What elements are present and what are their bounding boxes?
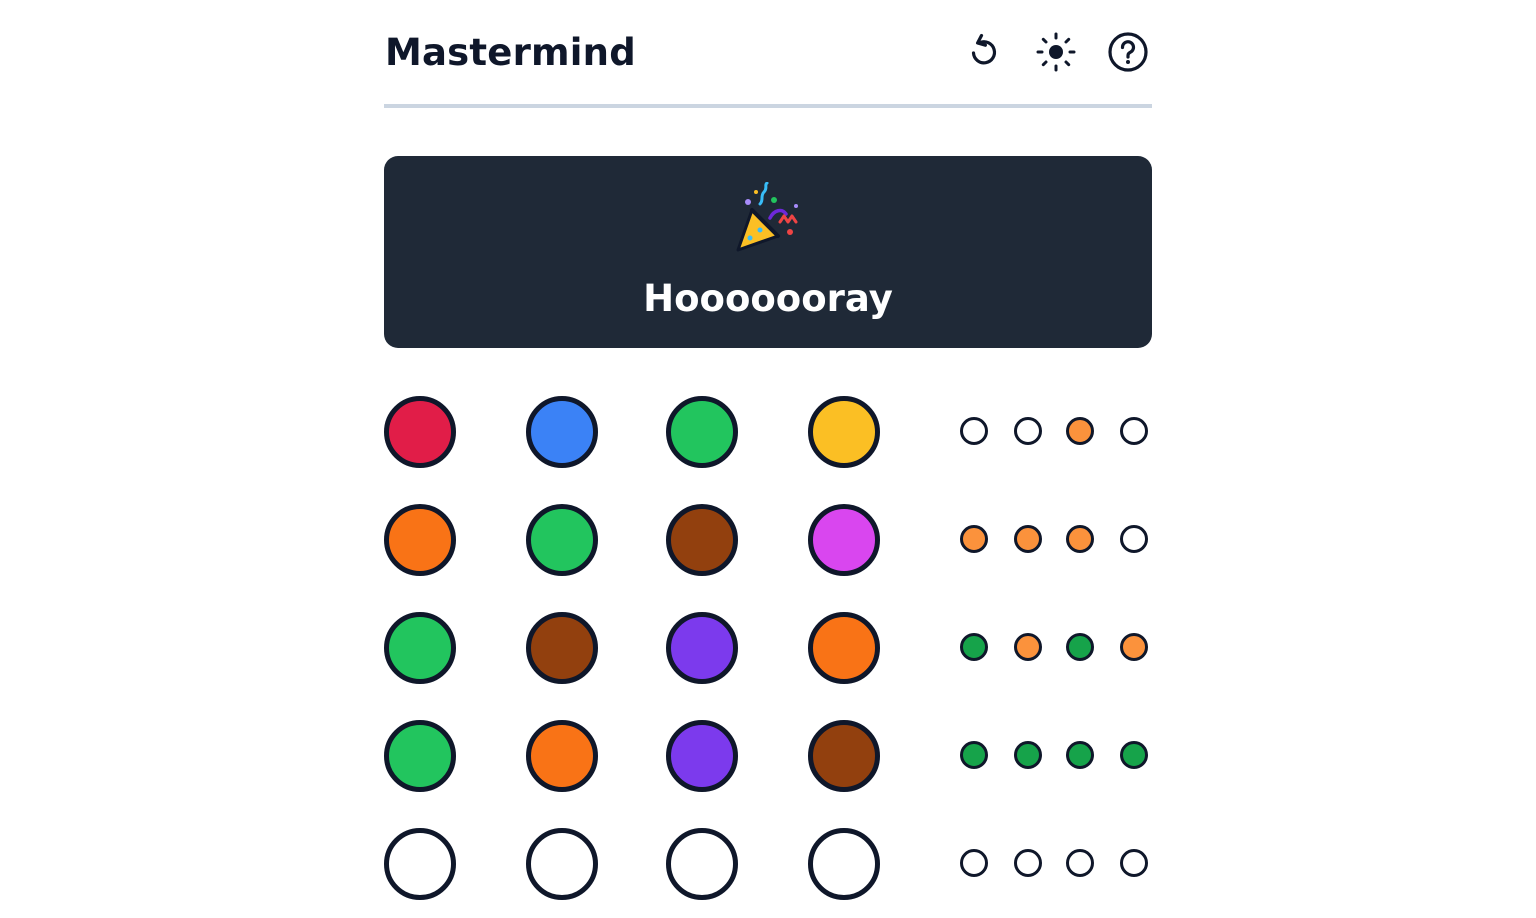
theme-toggle-button[interactable] xyxy=(1034,30,1078,74)
hint-peg xyxy=(1066,741,1094,769)
guess-peg xyxy=(666,612,738,684)
guess-peg xyxy=(526,396,598,468)
guess-peg xyxy=(526,612,598,684)
party-popper-icon xyxy=(730,182,806,258)
empty-peg-slot[interactable] xyxy=(384,828,456,900)
guess-peg xyxy=(808,504,880,576)
restart-icon xyxy=(971,33,997,65)
guess-peg xyxy=(526,720,598,792)
hint-peg xyxy=(960,741,988,769)
guess-row xyxy=(384,504,1152,580)
guess-peg xyxy=(808,720,880,792)
hint-peg xyxy=(960,633,988,661)
hint-peg xyxy=(1066,525,1094,553)
hint-peg xyxy=(1066,849,1094,877)
empty-peg-slot[interactable] xyxy=(666,828,738,900)
hint-peg xyxy=(1014,417,1042,445)
hint-peg xyxy=(1066,417,1094,445)
guess-row xyxy=(384,720,1152,796)
hint-peg xyxy=(1120,417,1148,445)
hint-peg xyxy=(960,525,988,553)
guess-peg xyxy=(666,396,738,468)
guess-peg xyxy=(384,612,456,684)
question-circle-icon xyxy=(1108,32,1148,72)
guess-peg xyxy=(384,504,456,576)
empty-peg-slot[interactable] xyxy=(526,828,598,900)
help-button[interactable] xyxy=(1106,30,1150,74)
empty-peg-slot[interactable] xyxy=(808,828,880,900)
guess-peg xyxy=(526,504,598,576)
guess-row xyxy=(384,828,1152,904)
hint-peg xyxy=(1014,741,1042,769)
guess-peg xyxy=(384,396,456,468)
hint-peg xyxy=(1120,849,1148,877)
guess-peg xyxy=(666,720,738,792)
page-title: Mastermind xyxy=(385,31,636,74)
hint-peg xyxy=(960,849,988,877)
mastermind-app: Mastermind Hooooooray xyxy=(384,0,1152,900)
guess-row xyxy=(384,396,1152,472)
hint-peg xyxy=(1120,741,1148,769)
result-banner: Hooooooray xyxy=(384,156,1152,348)
guess-row xyxy=(384,612,1152,688)
hint-peg xyxy=(1120,633,1148,661)
guess-peg xyxy=(808,396,880,468)
hint-peg xyxy=(1014,849,1042,877)
guess-peg xyxy=(808,612,880,684)
sun-icon xyxy=(1036,32,1076,72)
restart-button[interactable] xyxy=(962,30,1006,74)
guess-peg xyxy=(666,504,738,576)
header: Mastermind xyxy=(384,0,1152,108)
result-message: Hooooooray xyxy=(643,277,893,320)
guess-peg xyxy=(384,720,456,792)
hint-peg xyxy=(1120,525,1148,553)
hint-peg xyxy=(960,417,988,445)
hint-peg xyxy=(1014,633,1042,661)
hint-peg xyxy=(1066,633,1094,661)
hint-peg xyxy=(1014,525,1042,553)
